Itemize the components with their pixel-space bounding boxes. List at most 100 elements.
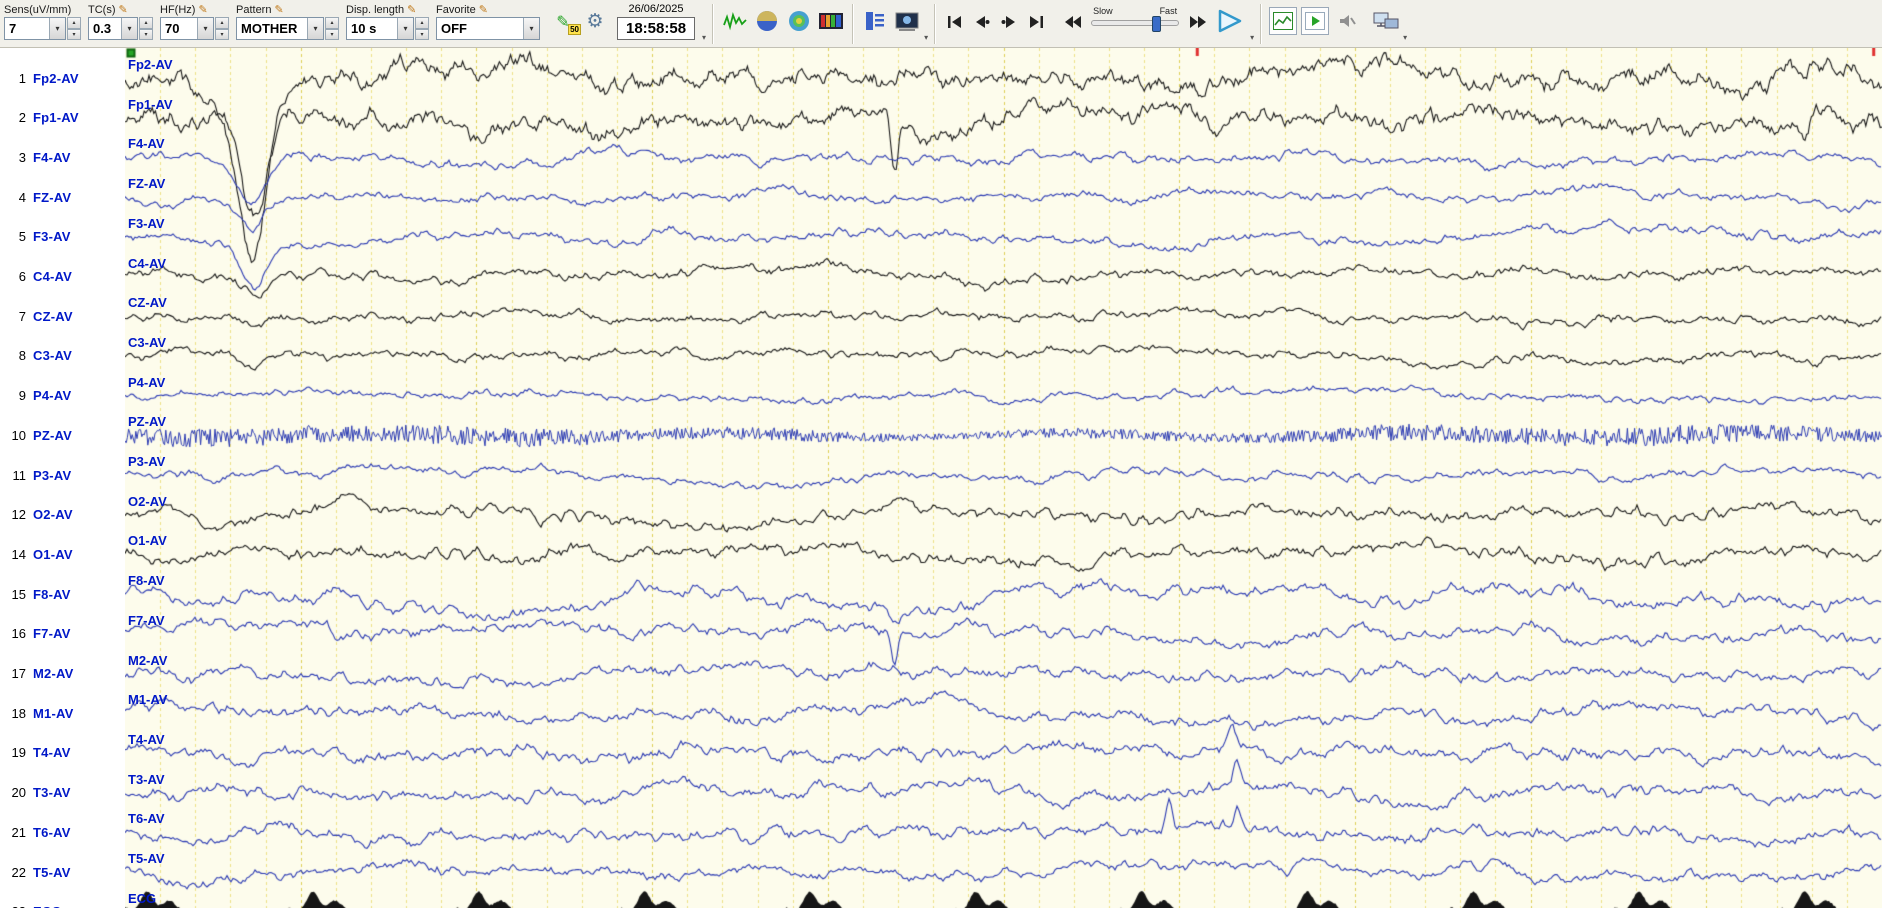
trace-label[interactable]: O2-AV bbox=[128, 494, 167, 509]
speed-track[interactable] bbox=[1091, 16, 1180, 32]
trace-label[interactable]: Fp2-AV bbox=[128, 57, 173, 72]
channel-row[interactable]: 9 P4-AV bbox=[0, 387, 125, 405]
speed-thumb[interactable] bbox=[1152, 16, 1162, 32]
channel-row[interactable]: 1 Fp2-AV bbox=[0, 69, 125, 87]
channel-row[interactable]: 14 O1-AV bbox=[0, 545, 125, 563]
trace-label[interactable]: T5-AV bbox=[128, 851, 165, 866]
channel-row[interactable]: 22 T5-AV bbox=[0, 863, 125, 881]
channel-row[interactable]: 11 P3-AV bbox=[0, 466, 125, 484]
channel-row[interactable]: 17 M2-AV bbox=[0, 665, 125, 683]
trace-label[interactable]: FZ-AV bbox=[128, 176, 165, 191]
mute-button[interactable] bbox=[1332, 6, 1362, 36]
skip-end-button[interactable] bbox=[1022, 11, 1049, 33]
chevron-down-icon[interactable]: ▾ bbox=[197, 18, 213, 39]
spin-up-button[interactable]: ▴ bbox=[415, 17, 429, 29]
overflow-arrow[interactable]: ▾ bbox=[1250, 33, 1254, 42]
trace-label[interactable]: M2-AV bbox=[128, 653, 167, 668]
tc-combo[interactable]: 0.3 ▾ bbox=[88, 17, 138, 40]
trace-label[interactable]: T4-AV bbox=[128, 732, 165, 747]
annotation-list-button[interactable] bbox=[860, 6, 890, 36]
channel-row[interactable]: 4 FZ-AV bbox=[0, 188, 125, 206]
topo-map-button[interactable] bbox=[784, 6, 814, 36]
spin-up-button[interactable]: ▴ bbox=[325, 17, 339, 29]
trace-label[interactable]: P3-AV bbox=[128, 454, 165, 469]
channel-row[interactable]: 3 F4-AV bbox=[0, 148, 125, 166]
trace-label[interactable]: PZ-AV bbox=[128, 414, 166, 429]
edit-icon[interactable]: ✎ bbox=[198, 3, 207, 16]
edit-icon[interactable]: ✎ bbox=[274, 3, 283, 16]
overflow-arrow[interactable]: ▾ bbox=[702, 33, 706, 42]
speed-slider[interactable]: Slow Fast bbox=[1091, 6, 1180, 32]
trace-label[interactable]: T6-AV bbox=[128, 811, 165, 826]
overflow-arrow[interactable]: ▾ bbox=[1403, 33, 1407, 42]
trace-label[interactable]: Fp1-AV bbox=[128, 97, 173, 112]
favorite-combo[interactable]: OFF ▾ bbox=[436, 17, 540, 40]
spin-up-button[interactable]: ▴ bbox=[67, 17, 81, 29]
channel-row[interactable]: 7 CZ-AV bbox=[0, 307, 125, 325]
channel-row[interactable]: 21 T6-AV bbox=[0, 823, 125, 841]
eeg-canvas[interactable] bbox=[125, 48, 1882, 908]
hf-combo[interactable]: 70 ▾ bbox=[160, 17, 214, 40]
disp-length-spinner: ▴ ▾ bbox=[415, 17, 429, 40]
fast-forward-button[interactable] bbox=[1184, 11, 1211, 33]
overflow-arrow[interactable]: ▾ bbox=[924, 33, 928, 42]
channel-number: 23 bbox=[2, 904, 26, 908]
play-button[interactable] bbox=[1211, 6, 1249, 36]
chevron-down-icon[interactable]: ▾ bbox=[523, 18, 539, 39]
spin-up-button[interactable]: ▴ bbox=[215, 17, 229, 29]
edit-icon[interactable]: ✎ bbox=[407, 3, 416, 16]
step-forward-button[interactable] bbox=[995, 11, 1022, 33]
map-3d-button[interactable] bbox=[752, 6, 782, 36]
pattern-combo[interactable]: MOTHER ▾ bbox=[236, 17, 324, 40]
chevron-down-icon[interactable]: ▾ bbox=[397, 18, 413, 39]
settings-gear-button[interactable]: ⚙ bbox=[580, 6, 610, 36]
waveform-display-button[interactable] bbox=[720, 6, 750, 36]
spin-down-button[interactable]: ▾ bbox=[415, 28, 429, 40]
spin-down-button[interactable]: ▾ bbox=[67, 28, 81, 40]
trace-label[interactable]: C4-AV bbox=[128, 256, 166, 271]
spectrum-button[interactable] bbox=[816, 6, 846, 36]
channel-row[interactable]: 6 C4-AV bbox=[0, 268, 125, 286]
trace-label[interactable]: CZ-AV bbox=[128, 295, 167, 310]
step-back-button[interactable] bbox=[968, 11, 995, 33]
remote-monitor-button[interactable] bbox=[1371, 6, 1401, 36]
spin-down-button[interactable]: ▾ bbox=[215, 28, 229, 40]
trace-label[interactable]: M1-AV bbox=[128, 692, 167, 707]
channel-row[interactable]: 18 M1-AV bbox=[0, 704, 125, 722]
channel-row[interactable]: 20 T3-AV bbox=[0, 784, 125, 802]
video-button[interactable] bbox=[892, 6, 922, 36]
channel-row[interactable]: 16 F7-AV bbox=[0, 625, 125, 643]
trace-label[interactable]: ECG bbox=[128, 891, 156, 906]
channel-row[interactable]: 23 ECG bbox=[0, 903, 125, 908]
chevron-down-icon[interactable]: ▾ bbox=[121, 18, 137, 39]
spin-up-button[interactable]: ▴ bbox=[139, 17, 153, 29]
channel-row[interactable]: 10 PZ-AV bbox=[0, 426, 125, 444]
chevron-down-icon[interactable]: ▾ bbox=[49, 18, 65, 39]
disp-length-combo[interactable]: 10 s ▾ bbox=[346, 17, 414, 40]
skip-start-button[interactable] bbox=[941, 11, 968, 33]
trace-label[interactable]: O1-AV bbox=[128, 533, 167, 548]
channel-row[interactable]: 15 F8-AV bbox=[0, 585, 125, 603]
trace-label[interactable]: F4-AV bbox=[128, 136, 165, 151]
channel-row[interactable]: 12 O2-AV bbox=[0, 506, 125, 524]
channel-row[interactable]: 8 C3-AV bbox=[0, 347, 125, 365]
edit-icon[interactable]: ✎ bbox=[479, 3, 488, 16]
trace-label[interactable]: F3-AV bbox=[128, 216, 165, 231]
channel-row[interactable]: 2 Fp1-AV bbox=[0, 109, 125, 127]
channel-row[interactable]: 5 F3-AV bbox=[0, 228, 125, 246]
rewind-button[interactable] bbox=[1059, 11, 1086, 33]
spin-down-button[interactable]: ▾ bbox=[325, 28, 339, 40]
edit-icon[interactable]: ✎ bbox=[119, 3, 128, 16]
auto-play-button[interactable] bbox=[1301, 7, 1330, 35]
trace-label[interactable]: F7-AV bbox=[128, 613, 165, 628]
chevron-down-icon[interactable]: ▾ bbox=[307, 18, 323, 39]
trend-chart-button[interactable] bbox=[1269, 7, 1298, 35]
trace-label[interactable]: T3-AV bbox=[128, 772, 165, 787]
trace-label[interactable]: P4-AV bbox=[128, 375, 165, 390]
notch-50-button[interactable]: ✎ 50 bbox=[548, 6, 581, 36]
trace-label[interactable]: F8-AV bbox=[128, 573, 165, 588]
channel-row[interactable]: 19 T4-AV bbox=[0, 744, 125, 762]
trace-label[interactable]: C3-AV bbox=[128, 335, 166, 350]
spin-down-button[interactable]: ▾ bbox=[139, 28, 153, 40]
sens-combo[interactable]: 7 ▾ bbox=[4, 17, 66, 40]
